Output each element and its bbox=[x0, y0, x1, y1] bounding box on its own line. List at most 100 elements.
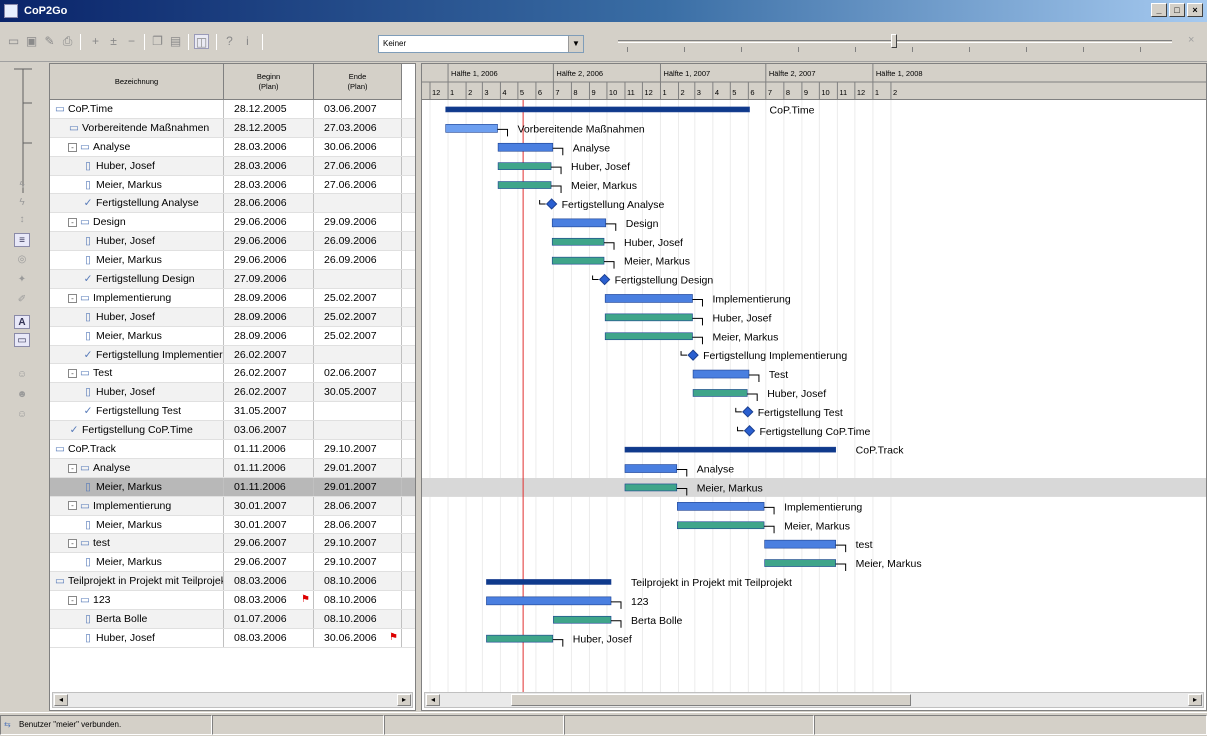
gantt-view-icon[interactable]: ≡ bbox=[14, 233, 30, 247]
table-row[interactable]: ▭ CoP.Time 28.12.2005 03.06.2007 bbox=[50, 100, 415, 119]
table-row[interactable]: - ▭ Analyse 01.11.2006 29.01.2007 bbox=[50, 458, 415, 478]
row-end[interactable]: 25.02.2007 bbox=[314, 288, 402, 307]
table-row[interactable]: - ▭ 123 08.03.2006 ⚑ 08.10.2006 bbox=[50, 591, 415, 611]
row-end[interactable]: 08.10.2006 bbox=[314, 591, 402, 610]
row-end[interactable] bbox=[314, 402, 402, 421]
unlink-icon[interactable]: ϟ bbox=[14, 196, 30, 210]
row-begin[interactable]: 29.06.2006 bbox=[224, 251, 314, 270]
table-row[interactable]: ▯ Meier, Markus 30.01.2007 28.06.2007 bbox=[50, 515, 415, 535]
gantt-horizontal-scrollbar[interactable]: ◂ ▸ bbox=[424, 692, 1204, 708]
edit-icon[interactable]: ✎ bbox=[42, 34, 57, 49]
indent-icon[interactable]: ↕ bbox=[14, 213, 30, 227]
row-end[interactable] bbox=[314, 421, 402, 440]
table-row[interactable]: ▯ Huber, Josef 08.03.2006 30.06.2006 ⚑ bbox=[50, 628, 415, 648]
table-row[interactable]: ▯ Meier, Markus 29.06.2007 29.10.2007 bbox=[50, 553, 415, 573]
row-end[interactable]: 29.10.2007 bbox=[314, 534, 402, 553]
collapse-toggle[interactable]: - bbox=[68, 539, 77, 549]
row-begin[interactable]: 28.06.2006 bbox=[224, 194, 314, 213]
row-begin[interactable]: 26.02.2007 bbox=[224, 364, 314, 383]
row-end[interactable]: 25.02.2007 bbox=[314, 307, 402, 326]
save-icon[interactable]: ▣ bbox=[24, 34, 39, 49]
row-begin[interactable]: 29.06.2006 bbox=[224, 232, 314, 251]
scroll-left-icon[interactable]: ◂ bbox=[426, 694, 440, 706]
table-row[interactable]: ✓ Fertigstellung Design 27.09.2006 bbox=[50, 270, 415, 289]
row-end[interactable]: 29.10.2007 bbox=[314, 553, 402, 572]
row-end[interactable]: 29.01.2007 bbox=[314, 458, 402, 477]
new-icon[interactable]: ▭ bbox=[6, 34, 21, 49]
row-end[interactable]: 29.01.2007 bbox=[314, 477, 402, 496]
row-begin[interactable]: 29.06.2007 bbox=[224, 553, 314, 572]
row-begin[interactable]: 30.01.2007 bbox=[224, 496, 314, 515]
row-end[interactable]: 30.06.2006 bbox=[314, 137, 402, 156]
table-horizontal-scrollbar[interactable]: ◂ ▸ bbox=[52, 692, 413, 708]
paste-icon[interactable]: ▤ bbox=[168, 34, 183, 49]
close-view-icon[interactable]: × bbox=[1188, 34, 1203, 49]
users-icon[interactable]: ☺ bbox=[14, 368, 30, 382]
row-begin[interactable]: 28.03.2006 bbox=[224, 175, 314, 194]
pen-icon[interactable]: ✐ bbox=[14, 293, 30, 307]
row-end[interactable]: 30.05.2007 bbox=[314, 383, 402, 402]
row-begin[interactable]: 28.12.2005 bbox=[224, 118, 314, 137]
row-begin[interactable]: 28.03.2006 bbox=[224, 137, 314, 156]
add-child-icon[interactable]: ± bbox=[106, 34, 121, 49]
user-add-icon[interactable]: ☺ bbox=[14, 408, 30, 422]
scroll-right-icon[interactable]: ▸ bbox=[1188, 694, 1202, 706]
table-row[interactable]: ▭ Teilprojekt in Projekt mit Teilprojekt 0… bbox=[50, 572, 415, 592]
collapse-toggle[interactable]: - bbox=[68, 142, 77, 152]
add-icon[interactable]: + bbox=[88, 34, 103, 49]
row-begin[interactable]: 30.01.2007 bbox=[224, 515, 314, 534]
row-end[interactable] bbox=[314, 345, 402, 364]
table-row[interactable]: - ▭ Analyse 28.03.2006 30.06.2006 bbox=[50, 137, 415, 157]
table-row[interactable]: ▯ Huber, Josef 28.09.2006 25.02.2007 bbox=[50, 307, 415, 327]
table-row[interactable]: - ▭ Implementierung 28.09.2006 25.02.2007 bbox=[50, 288, 415, 308]
scroll-right-icon[interactable]: ▸ bbox=[397, 694, 411, 706]
row-end[interactable] bbox=[314, 194, 402, 213]
table-row[interactable]: - ▭ Implementierung 30.01.2007 28.06.2007 bbox=[50, 496, 415, 516]
row-end[interactable]: 27.06.2006 bbox=[314, 175, 402, 194]
row-end[interactable]: 28.06.2007 bbox=[314, 515, 402, 534]
row-begin[interactable]: 01.11.2006 bbox=[224, 477, 314, 496]
comment-icon[interactable]: ▭ bbox=[14, 333, 30, 347]
row-end[interactable]: 27.03.2006 bbox=[314, 118, 402, 137]
chevron-down-icon[interactable]: ▼ bbox=[568, 36, 583, 52]
zoom-slider[interactable] bbox=[612, 32, 1172, 54]
collapse-toggle[interactable]: - bbox=[68, 218, 77, 228]
row-begin[interactable]: 29.06.2006 bbox=[224, 213, 314, 232]
table-row[interactable]: ▯ Meier, Markus 01.11.2006 29.01.2007 bbox=[50, 477, 415, 497]
row-end[interactable]: 03.06.2007 bbox=[314, 100, 402, 118]
help-icon[interactable]: ? bbox=[222, 34, 237, 49]
row-begin[interactable]: 26.02.2007 bbox=[224, 383, 314, 402]
collapse-toggle[interactable]: - bbox=[68, 463, 77, 473]
text-icon[interactable]: A bbox=[14, 315, 30, 329]
gantt-scroll-thumb[interactable] bbox=[511, 694, 911, 706]
table-row[interactable]: - ▭ Design 29.06.2006 29.09.2006 bbox=[50, 213, 415, 233]
zoom-slider-thumb[interactable] bbox=[891, 34, 897, 48]
table-row[interactable]: ✓ Fertigstellung CoP.Time 03.06.2007 bbox=[50, 421, 415, 441]
table-row[interactable]: ▭ Vorbereitende Maßnahmen 28.12.2005 27.03.… bbox=[50, 118, 415, 138]
row-begin[interactable]: 29.06.2007 bbox=[224, 534, 314, 553]
table-row[interactable]: ✓ Fertigstellung Analyse 28.06.2006 bbox=[50, 194, 415, 214]
table-row[interactable]: ▯ Meier, Markus 28.03.2006 27.06.2006 bbox=[50, 175, 415, 195]
collapse-toggle[interactable]: - bbox=[68, 369, 77, 379]
scroll-left-icon[interactable]: ◂ bbox=[54, 694, 68, 706]
table-row[interactable]: ▯ Meier, Markus 29.06.2006 26.09.2006 bbox=[50, 251, 415, 271]
row-end[interactable]: 28.06.2007 bbox=[314, 496, 402, 515]
row-end[interactable]: 27.06.2006 bbox=[314, 156, 402, 175]
column-header-begin[interactable]: Beginn (Plan) bbox=[224, 64, 314, 100]
row-end[interactable]: 26.09.2006 bbox=[314, 232, 402, 251]
row-end[interactable]: 08.10.2006 bbox=[314, 610, 402, 628]
table-row[interactable]: - ▭ test 29.06.2007 29.10.2007 bbox=[50, 534, 415, 554]
collapse-toggle[interactable]: - bbox=[68, 293, 77, 303]
collapse-toggle[interactable]: - bbox=[68, 501, 77, 511]
info-icon[interactable]: i bbox=[240, 34, 255, 49]
table-row[interactable]: ▯ Huber, Josef 26.02.2007 30.05.2007 bbox=[50, 383, 415, 403]
row-begin[interactable]: 26.02.2007 bbox=[224, 345, 314, 364]
row-begin[interactable]: 28.09.2006 bbox=[224, 288, 314, 307]
link-icon[interactable]: ϟ bbox=[14, 179, 30, 193]
row-end[interactable]: 26.09.2006 bbox=[314, 251, 402, 270]
row-end[interactable] bbox=[314, 270, 402, 288]
row-end[interactable]: 25.02.2007 bbox=[314, 326, 402, 345]
maximize-button[interactable]: □ bbox=[1169, 3, 1185, 17]
table-row[interactable]: ▯ Berta Bolle 01.07.2006 08.10.2006 bbox=[50, 610, 415, 629]
zoom-icon[interactable]: ◎ bbox=[14, 253, 30, 267]
